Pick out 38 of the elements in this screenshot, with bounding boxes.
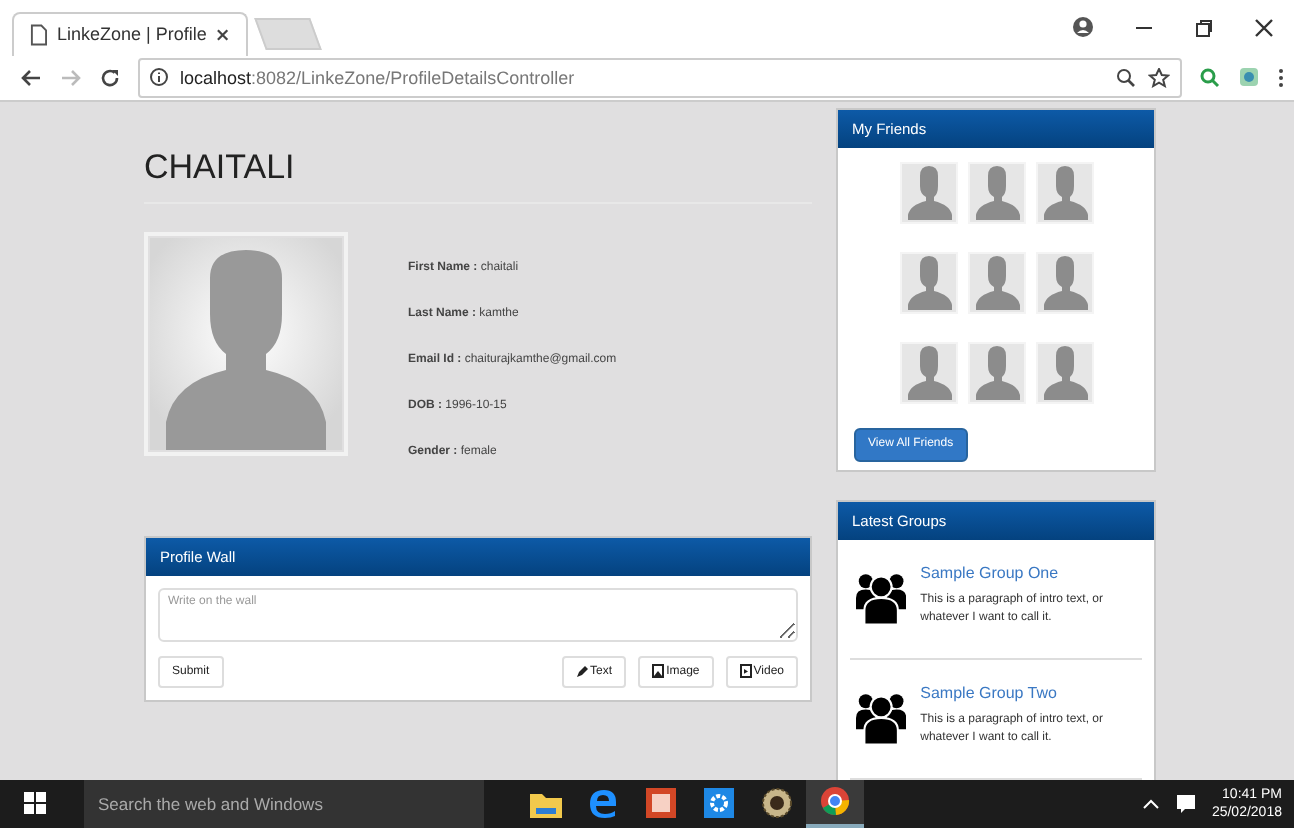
friend-avatar-icon[interactable] (899, 251, 957, 314)
tab-title: LinkeZone | Profile (57, 24, 207, 45)
address-field[interactable]: localhost:8082/LinkeZone/ProfileDetailsController (138, 57, 1182, 98)
search-placeholder: Search the web and Windows (98, 793, 323, 814)
zoom-icon[interactable] (1116, 67, 1136, 88)
friend-avatar-icon[interactable] (1035, 251, 1093, 314)
reload-icon[interactable] (100, 67, 120, 88)
friend-avatar-icon[interactable] (967, 251, 1025, 314)
url-text: localhost:8082/LinkeZone/ProfileDetailsController (180, 67, 575, 88)
search-icon[interactable] (1200, 67, 1220, 88)
star-icon[interactable] (1148, 67, 1170, 88)
close-icon[interactable] (216, 27, 230, 42)
friend-avatar-icon[interactable] (967, 341, 1025, 404)
info-icon (150, 68, 168, 87)
profile-icon[interactable] (1072, 16, 1094, 39)
chevron-up-icon[interactable] (1141, 797, 1160, 810)
browser-tab[interactable]: LinkeZone | Profile (12, 11, 248, 56)
extension-icon[interactable] (1238, 66, 1260, 89)
group-name-link[interactable]: Sample Group One (920, 563, 1142, 582)
page-icon (30, 23, 47, 46)
restore-icon[interactable] (1194, 17, 1214, 38)
friend-avatar-icon[interactable] (899, 161, 957, 224)
friend-avatar-icon[interactable] (967, 161, 1025, 224)
taskbar-app-icon[interactable] (806, 779, 864, 828)
notification-icon[interactable] (1175, 793, 1196, 814)
close-icon[interactable] (1254, 17, 1274, 38)
menu-icon[interactable] (1278, 67, 1284, 88)
group-name-link[interactable]: Sample Group Two (920, 683, 1142, 702)
video-file-icon (739, 664, 752, 679)
windows-logo-icon (23, 792, 45, 815)
friend-avatar-icon[interactable] (1035, 341, 1093, 404)
image-icon (652, 664, 665, 679)
pencil-icon (576, 665, 589, 678)
friend-avatar-icon[interactable] (1035, 161, 1093, 224)
taskbar-search-field[interactable]: Search the web and Windows (84, 779, 484, 828)
friend-avatar-icon[interactable] (899, 341, 957, 404)
profile-name: CHAITALI (144, 147, 297, 188)
back-icon[interactable] (20, 67, 42, 88)
